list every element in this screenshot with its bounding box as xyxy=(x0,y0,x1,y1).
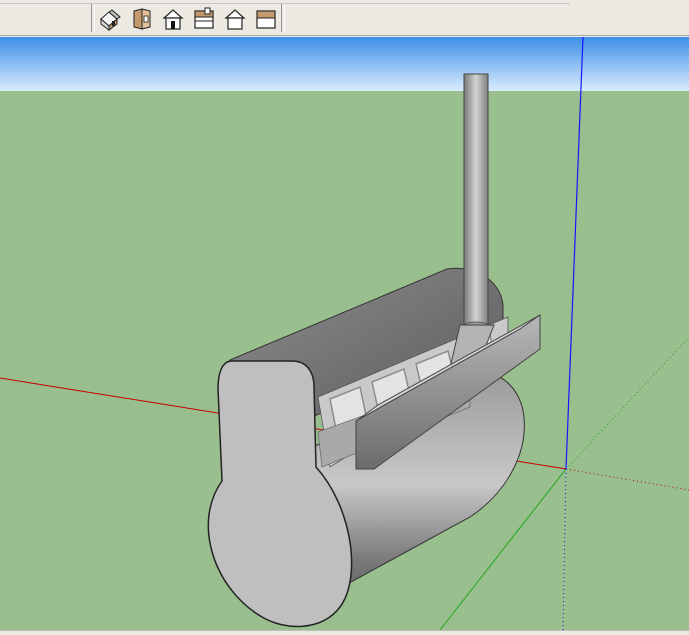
iso-view-button[interactable] xyxy=(98,6,124,32)
back-view-button[interactable] xyxy=(222,6,248,32)
top-view-icon xyxy=(133,8,151,30)
left-view-button[interactable] xyxy=(253,6,279,32)
toolbar-separator xyxy=(91,4,95,32)
toolbar-top-edge xyxy=(0,0,570,4)
back-view-icon xyxy=(224,9,246,30)
status-bar xyxy=(0,630,689,635)
toolbar-separator-end xyxy=(281,4,285,32)
front-view-button[interactable] xyxy=(160,6,186,32)
left-view-icon xyxy=(256,10,276,29)
right-view-icon xyxy=(194,7,214,29)
right-view-button[interactable] xyxy=(191,6,217,32)
top-view-button[interactable] xyxy=(129,6,155,32)
iso-house-icon xyxy=(100,9,121,31)
model-viewport[interactable] xyxy=(0,37,689,630)
vertical-pole[interactable] xyxy=(463,73,489,327)
views-toolbar xyxy=(0,0,689,36)
sky xyxy=(0,37,689,93)
scene-svg[interactable] xyxy=(0,37,689,630)
front-view-icon xyxy=(162,9,184,30)
